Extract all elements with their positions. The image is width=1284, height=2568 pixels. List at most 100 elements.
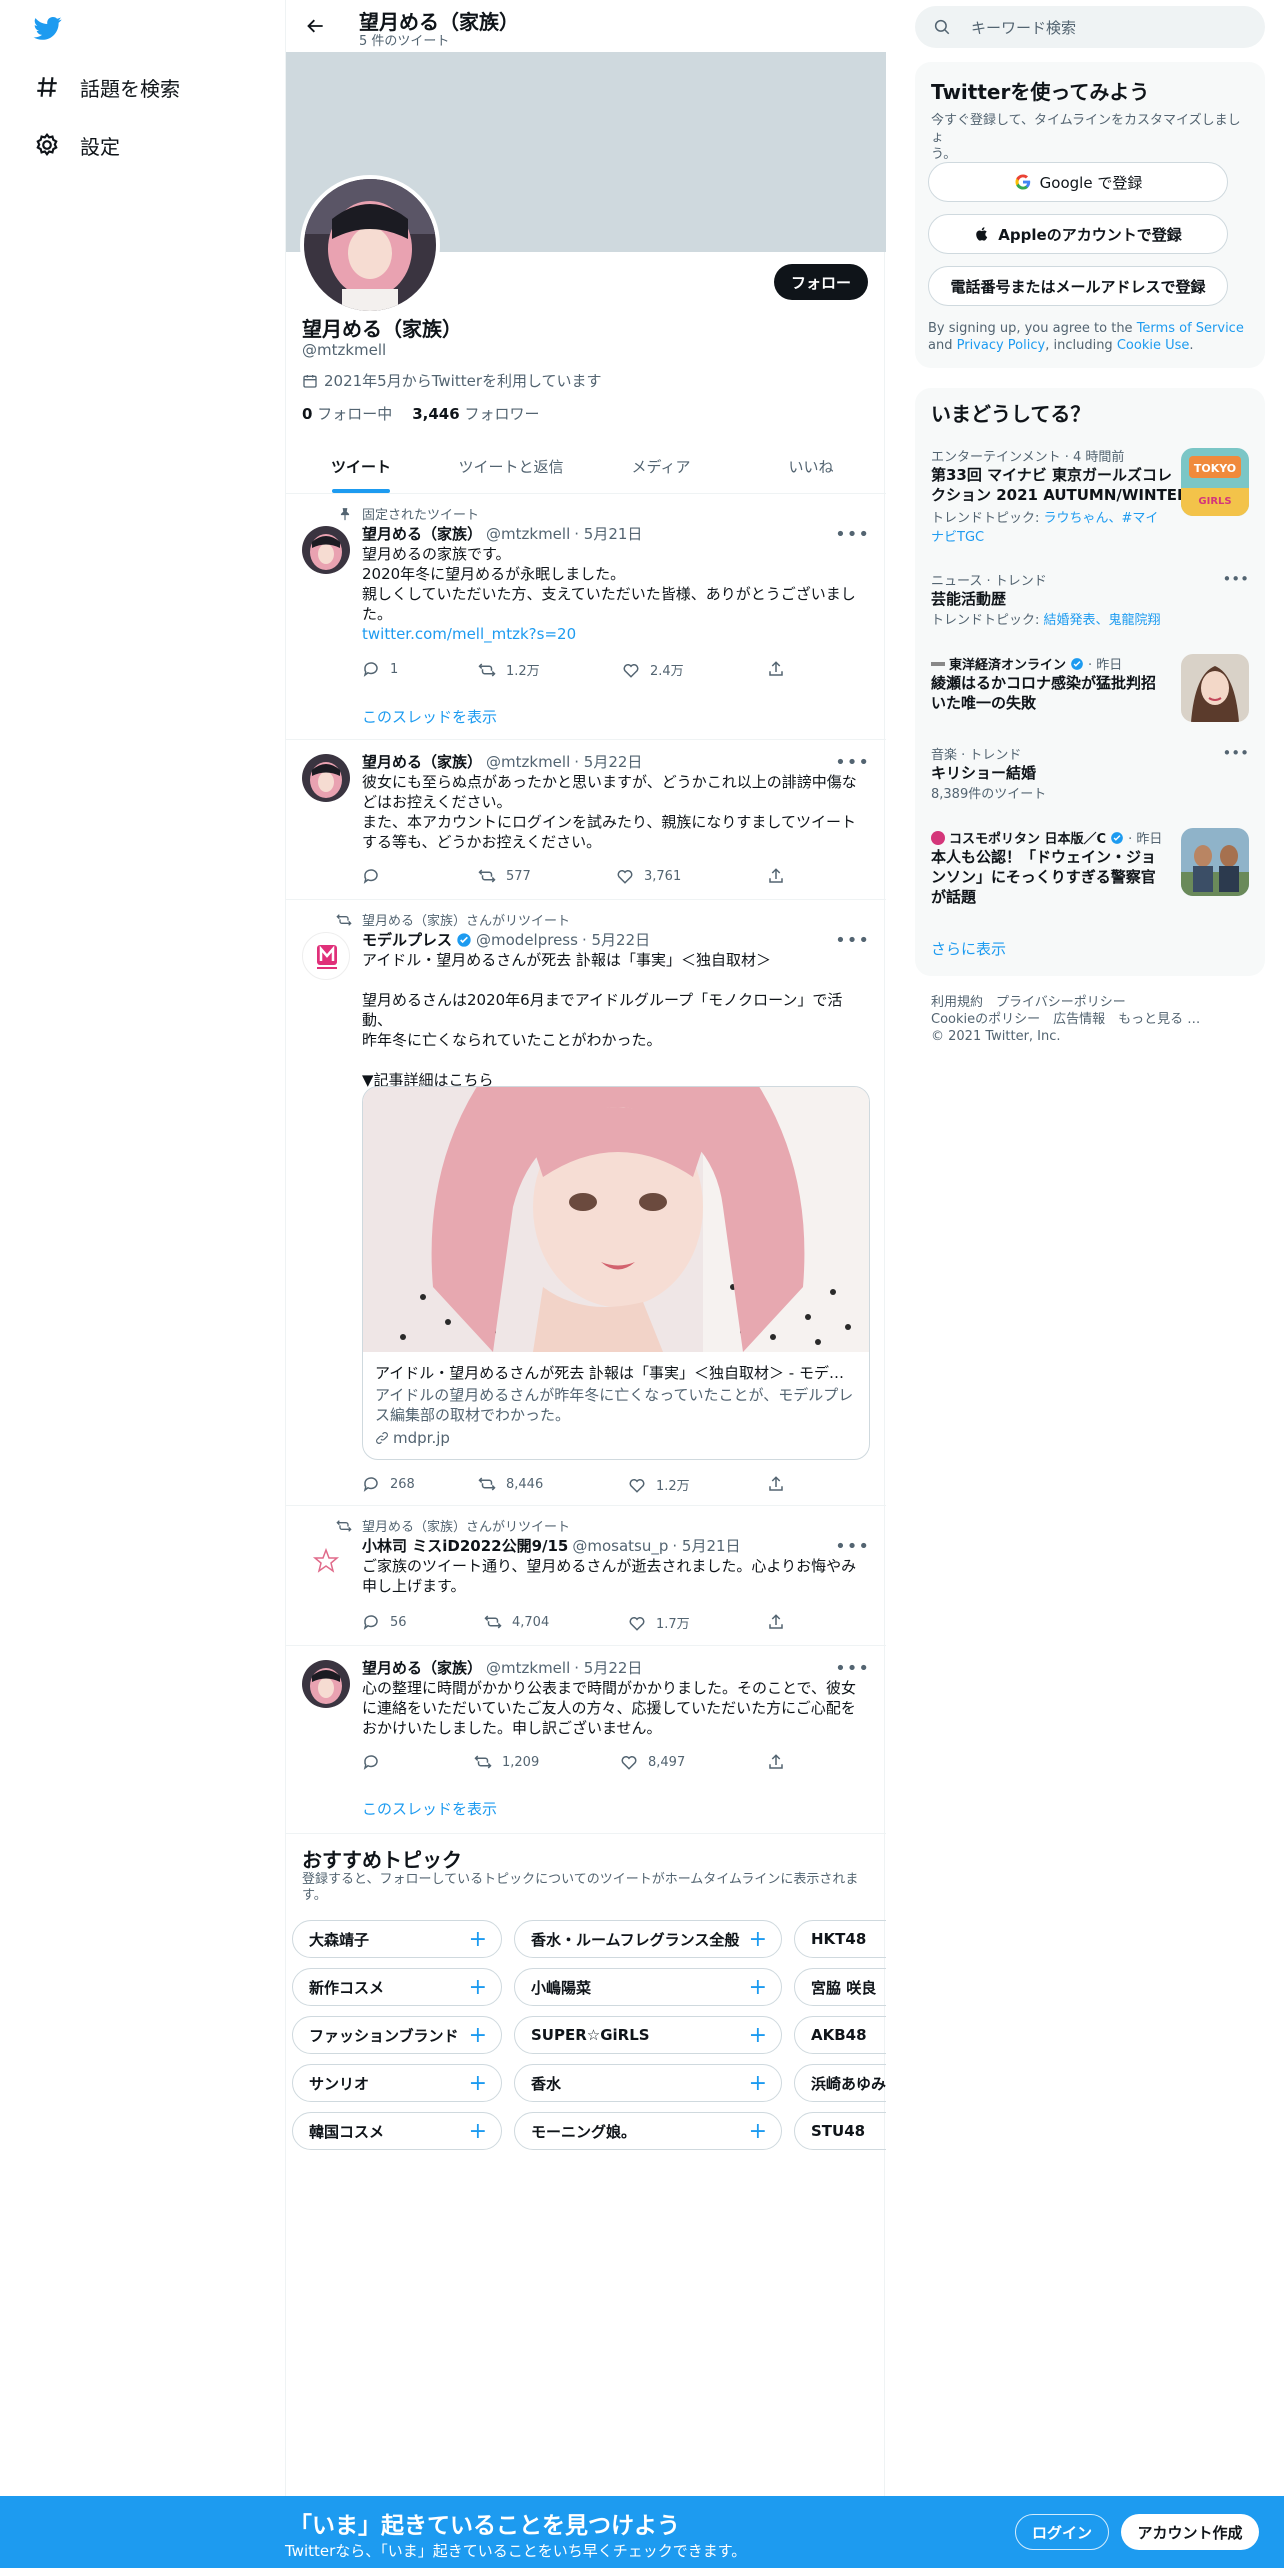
share-button[interactable] bbox=[767, 660, 785, 678]
tweet-date[interactable]: · 5月21日 bbox=[574, 524, 642, 544]
topic-chip[interactable]: 香水 + bbox=[514, 2064, 782, 2102]
more-icon[interactable]: ••• bbox=[835, 1658, 870, 1679]
reply-button[interactable] bbox=[362, 1753, 390, 1771]
more-icon[interactable]: ••• bbox=[835, 930, 870, 951]
tweet-author-handle[interactable]: @mtzkmell bbox=[486, 1658, 570, 1678]
tweet-date[interactable]: · 5月21日 bbox=[672, 1536, 740, 1556]
tweet-author-handle[interactable]: @mosatsu_p bbox=[572, 1536, 668, 1556]
tweet-retweet[interactable]: 望月める（家族）さんがリツイート モデルプレス @modelpress · 5月… bbox=[286, 900, 886, 1506]
trend-item[interactable]: ニュース · トレンド 芸能活動歴 トレンドトピック: 結婚発表、鬼龍院翔 bbox=[931, 570, 1249, 628]
retweet-button[interactable]: 1,209 bbox=[474, 1753, 539, 1771]
back-arrow-icon[interactable] bbox=[306, 16, 326, 36]
followers-count[interactable]: 3,446 フォロワー bbox=[412, 403, 539, 424]
nav-settings[interactable]: 設定 bbox=[34, 125, 120, 165]
more-icon[interactable]: ••• bbox=[1222, 570, 1249, 588]
following-count[interactable]: 0 フォロー中 bbox=[302, 403, 392, 424]
tweet-avatar[interactable] bbox=[302, 526, 350, 574]
tab-media[interactable]: メディア bbox=[586, 440, 736, 493]
profile-avatar[interactable] bbox=[300, 175, 440, 315]
topic-chip[interactable]: モーニング娘。 + bbox=[514, 2112, 782, 2150]
tweet-author-name[interactable]: 望月める（家族） bbox=[362, 752, 482, 772]
show-thread-link[interactable]: このスレッドを表示 bbox=[362, 1798, 497, 1819]
follow-button[interactable]: フォロー bbox=[774, 264, 868, 300]
share-button[interactable] bbox=[767, 1475, 785, 1493]
tweet-date[interactable]: · 5月22日 bbox=[574, 1658, 642, 1678]
phone-email-signup-button[interactable]: 電話番号またはメールアドレスで登録 bbox=[928, 266, 1228, 306]
topic-chip[interactable]: 宮脇 咲良 bbox=[794, 1968, 886, 2006]
terms-link[interactable]: Terms of Service bbox=[1137, 321, 1244, 336]
reply-icon bbox=[363, 1477, 378, 1492]
reply-button[interactable]: 56 bbox=[362, 1613, 407, 1631]
tweet-author-name[interactable]: 望月める（家族） bbox=[362, 524, 482, 544]
like-button[interactable]: 2.4万 bbox=[622, 660, 684, 679]
tweet-author-name[interactable]: 望月める（家族） bbox=[362, 1658, 482, 1678]
topic-chip[interactable]: サンリオ + bbox=[292, 2064, 502, 2102]
tweet-date[interactable]: · 5月22日 bbox=[574, 752, 642, 772]
share-button[interactable] bbox=[767, 867, 785, 885]
topic-chip[interactable]: ファッションブランド + bbox=[292, 2016, 502, 2054]
nav-explore[interactable]: 話題を検索 bbox=[34, 67, 180, 107]
reply-button[interactable] bbox=[362, 867, 390, 885]
topic-chip[interactable]: 新作コスメ + bbox=[292, 1968, 502, 2006]
tweet-pinned[interactable]: 固定されたツイート 望月める（家族） @mtzkmell · 5月21日 望月め… bbox=[286, 494, 886, 740]
reply-button[interactable]: 268 bbox=[362, 1475, 415, 1493]
like-button[interactable]: 1.2万 bbox=[628, 1475, 690, 1494]
more-icon[interactable]: ••• bbox=[835, 1536, 870, 1557]
reply-button[interactable]: 1 bbox=[362, 660, 398, 678]
more-icon[interactable]: ••• bbox=[1222, 744, 1249, 762]
search-box[interactable]: キーワード検索 bbox=[915, 6, 1265, 48]
cookie-link[interactable]: Cookie Use bbox=[1117, 338, 1190, 353]
plus-icon: + bbox=[748, 2070, 767, 2096]
tweet-avatar[interactable] bbox=[302, 932, 350, 980]
retweet-button[interactable]: 1.2万 bbox=[478, 660, 540, 679]
link-card[interactable]: アイドル・望月めるさんが死去 訃報は「事実」＜独自取材＞ - モデ… アイドルの… bbox=[362, 1086, 870, 1460]
tweet-avatar[interactable] bbox=[302, 1538, 350, 1586]
tweet-avatar[interactable] bbox=[302, 1660, 350, 1708]
tweet-author-handle[interactable]: @mtzkmell bbox=[486, 752, 570, 772]
retweet-button[interactable]: 577 bbox=[478, 867, 531, 885]
retweet-button[interactable]: 4,704 bbox=[484, 1613, 549, 1631]
tweet[interactable]: 望月める（家族） @mtzkmell · 5月22日 彼女にも至らぬ点があったか… bbox=[286, 740, 886, 900]
google-signup-button[interactable]: Google で登録 bbox=[928, 162, 1228, 202]
topic-chip[interactable]: 浜崎あゆみ bbox=[794, 2064, 886, 2102]
verified-badge-icon bbox=[1111, 831, 1123, 844]
tweet[interactable]: 望月める（家族） @mtzkmell · 5月22日 心の整理に時間がかかり公表… bbox=[286, 1646, 886, 1834]
tweet-date[interactable]: · 5月22日 bbox=[582, 930, 650, 950]
topic-chip[interactable]: 大森靖子 + bbox=[292, 1920, 502, 1958]
topic-chip[interactable]: 韓国コスメ + bbox=[292, 2112, 502, 2150]
tweet-author-name[interactable]: 小林司 ミスiD2022公開9/15 bbox=[362, 1536, 568, 1556]
topic-chip[interactable]: AKB48 bbox=[794, 2016, 886, 2054]
footer-line[interactable]: Cookieのポリシー 広告情報 もっと見る … bbox=[931, 1011, 1200, 1028]
tab-likes[interactable]: いいね bbox=[736, 440, 886, 493]
show-thread-link[interactable]: このスレッドを表示 bbox=[362, 706, 497, 727]
tweet-author-name[interactable]: モデルプレス bbox=[362, 930, 452, 950]
topic-chip[interactable]: SUPER☆GiRLS + bbox=[514, 2016, 782, 2054]
tweet-link[interactable]: twitter.com/mell_mtzk?s=20 bbox=[362, 624, 870, 644]
tab-tweets[interactable]: ツイート bbox=[286, 440, 436, 493]
signup-button[interactable]: アカウント作成 bbox=[1121, 2514, 1259, 2550]
retweet-button[interactable]: 8,446 bbox=[478, 1475, 543, 1493]
show-more-trends-link[interactable]: さらに表示 bbox=[931, 938, 1006, 959]
share-button[interactable] bbox=[767, 1753, 785, 1771]
privacy-link[interactable]: Privacy Policy bbox=[957, 338, 1046, 353]
share-button[interactable] bbox=[767, 1613, 785, 1631]
more-icon[interactable]: ••• bbox=[835, 524, 870, 545]
twitter-logo-icon[interactable] bbox=[32, 14, 64, 42]
tweet-author-handle[interactable]: @modelpress bbox=[476, 930, 578, 950]
footer-line[interactable]: 利用規約 プライバシーポリシー bbox=[931, 994, 1200, 1011]
like-button[interactable]: 8,497 bbox=[620, 1753, 685, 1771]
tweet-author-handle[interactable]: @mtzkmell bbox=[486, 524, 570, 544]
apple-signup-button[interactable]: Appleのアカウントで登録 bbox=[928, 214, 1228, 254]
like-button[interactable]: 3,761 bbox=[616, 867, 681, 885]
topic-chip[interactable]: HKT48 bbox=[794, 1920, 886, 1958]
topic-chip[interactable]: 小嶋陽菜 + bbox=[514, 1968, 782, 2006]
login-button[interactable]: ログイン bbox=[1015, 2514, 1109, 2550]
more-icon[interactable]: ••• bbox=[835, 752, 870, 773]
like-button[interactable]: 1.7万 bbox=[628, 1613, 690, 1632]
tweet-avatar[interactable] bbox=[302, 754, 350, 802]
topic-chip[interactable]: 香水・ルームフレグランス全般 + bbox=[514, 1920, 782, 1958]
tweet-retweet[interactable]: 望月める（家族）さんがリツイート 小林司 ミスiD2022公開9/15 @mos… bbox=[286, 1506, 886, 1646]
topic-chip[interactable]: STU48 bbox=[794, 2112, 886, 2150]
trend-item[interactable]: 音楽 · トレンド キリショー結婚 8,389件のツイート bbox=[931, 744, 1249, 802]
tab-tweets-replies[interactable]: ツイートと返信 bbox=[436, 440, 586, 493]
